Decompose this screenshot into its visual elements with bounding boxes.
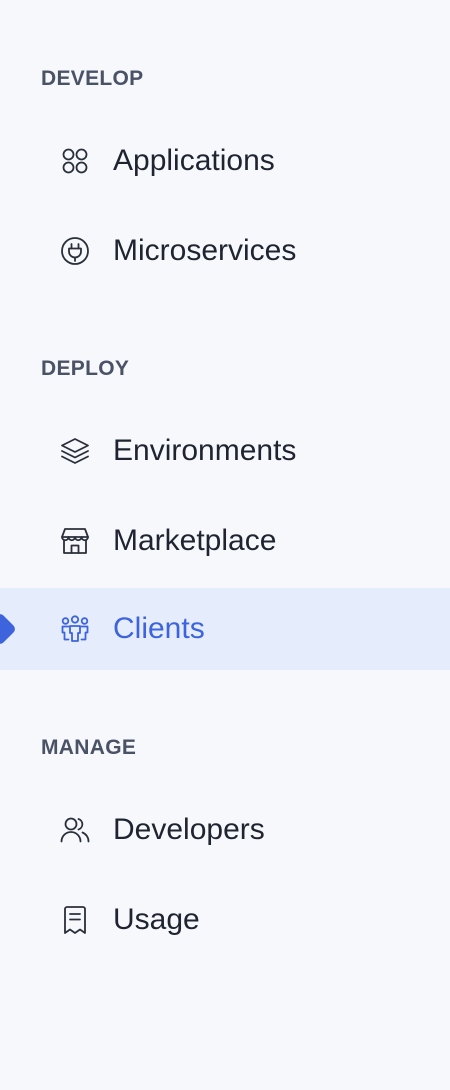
sidebar-item-label: Applications <box>113 144 275 177</box>
receipt-icon <box>59 904 91 936</box>
sidebar-item-clients[interactable]: Clients <box>0 588 450 670</box>
store-icon <box>59 525 91 557</box>
sidebar-item-microservices[interactable]: Microservices <box>0 210 450 292</box>
sidebar-item-marketplace[interactable]: Marketplace <box>0 500 450 582</box>
section-heading-develop: DEVELOP <box>41 67 144 90</box>
sidebar: DEVELOP Applications Microservices DEPLO… <box>0 0 450 1090</box>
clients-group-icon <box>59 613 91 645</box>
sidebar-item-label: Usage <box>113 903 200 936</box>
apps-grid-icon <box>59 145 91 177</box>
sidebar-item-label: Environments <box>113 434 297 467</box>
sidebar-item-usage[interactable]: Usage <box>0 879 450 961</box>
sidebar-item-label: Marketplace <box>113 524 277 557</box>
section-heading-deploy: DEPLOY <box>41 357 130 380</box>
sidebar-item-environments[interactable]: Environments <box>0 410 450 492</box>
sidebar-item-label: Developers <box>113 813 265 846</box>
sidebar-item-developers[interactable]: Developers <box>0 789 450 871</box>
users-icon <box>59 814 91 846</box>
sidebar-item-label: Clients <box>113 612 205 645</box>
plug-icon <box>59 235 91 267</box>
active-indicator <box>0 612 17 646</box>
layers-icon <box>59 435 91 467</box>
sidebar-item-label: Microservices <box>113 234 297 267</box>
section-heading-manage: MANAGE <box>41 736 137 759</box>
sidebar-item-applications[interactable]: Applications <box>0 120 450 202</box>
